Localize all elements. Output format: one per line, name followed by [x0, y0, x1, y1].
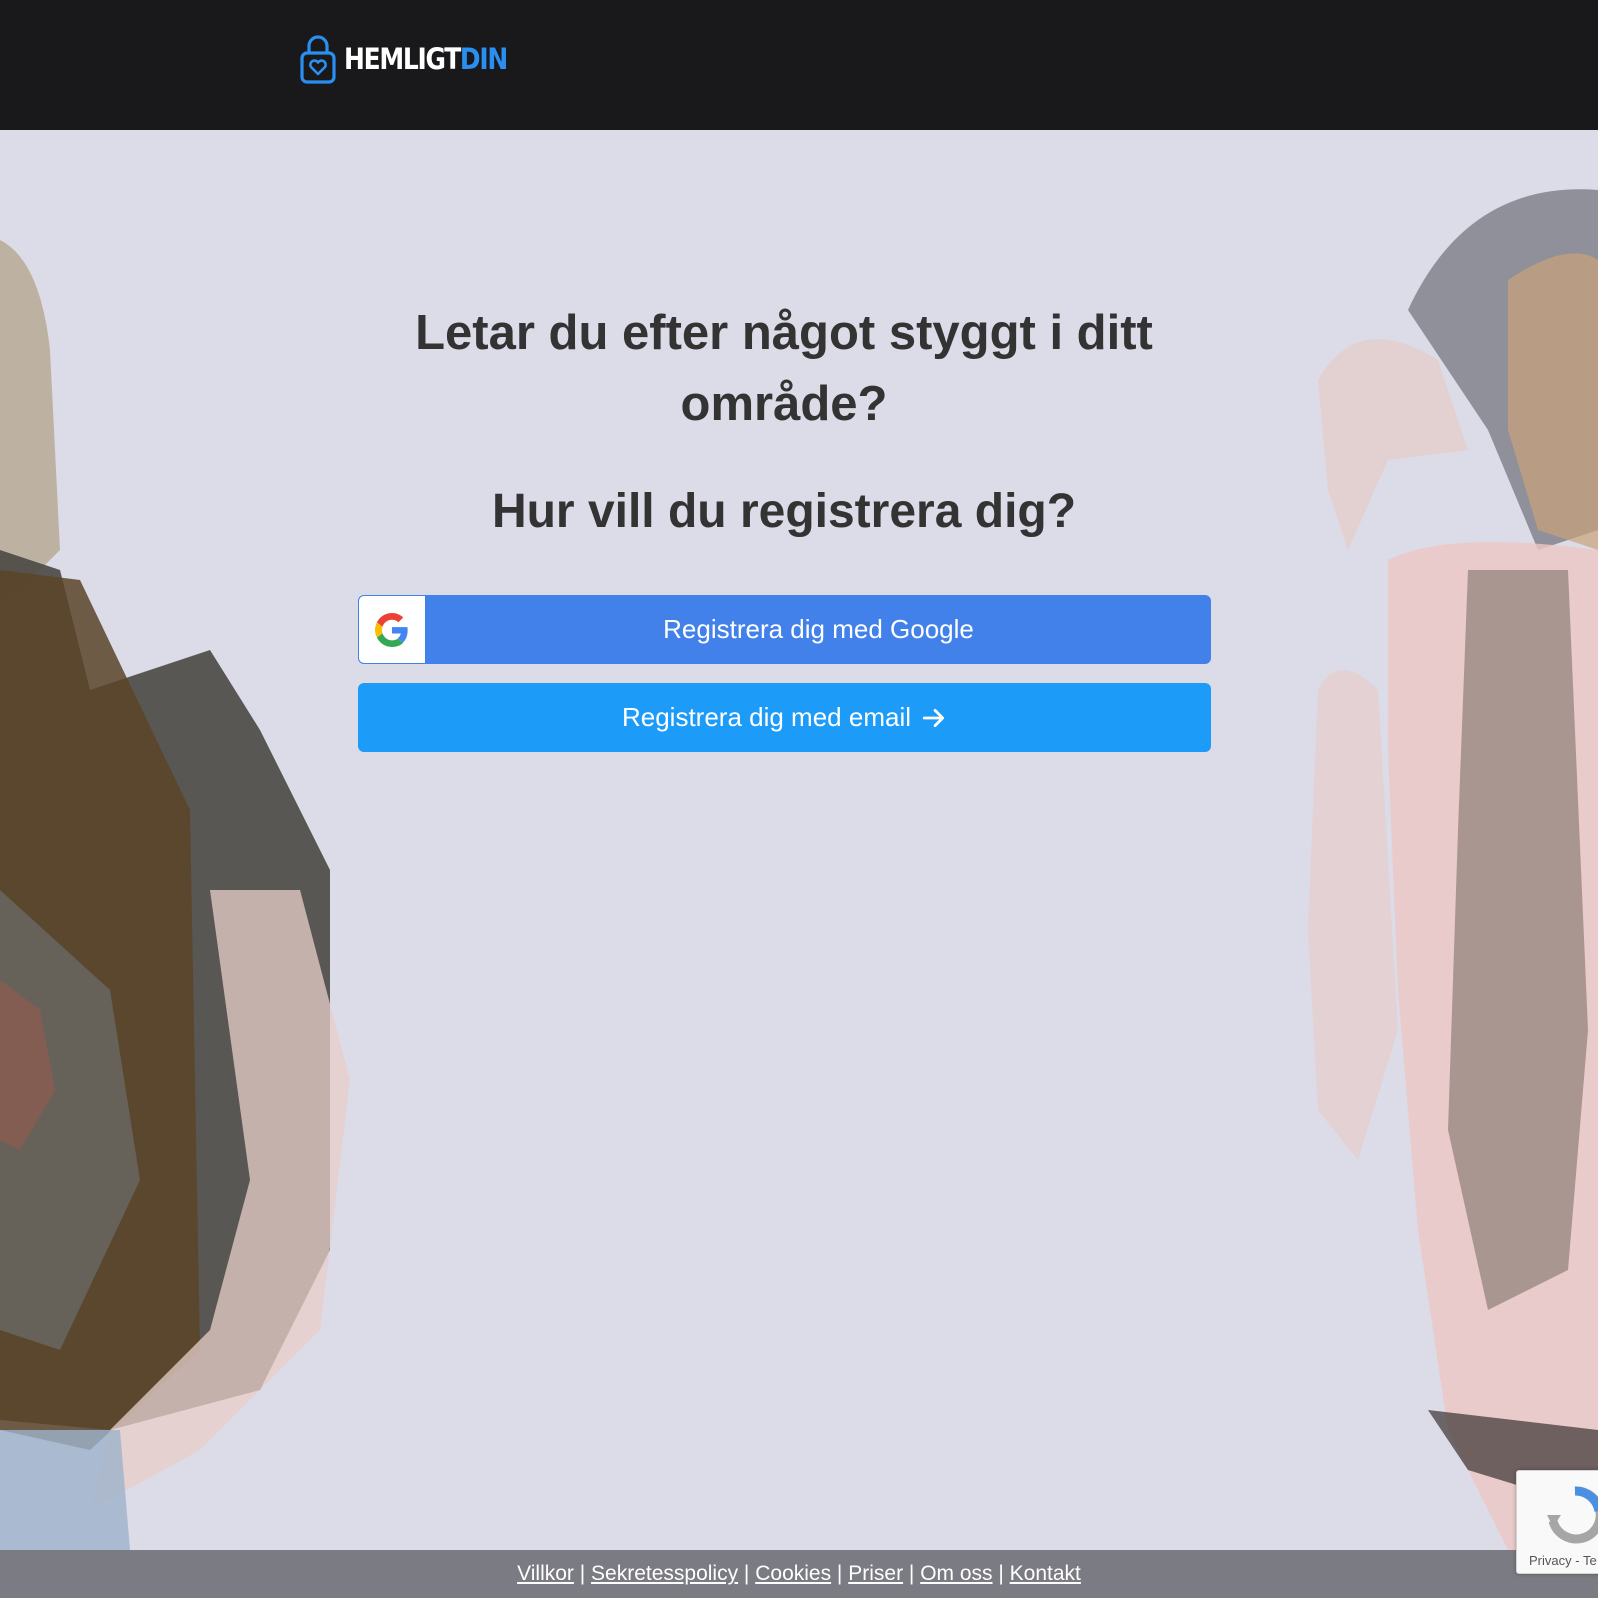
registration-prompt: Hur vill du registrera dig? — [491, 485, 1077, 538]
logo-wordmark: HEMLIGTDIN — [344, 41, 508, 76]
top-navigation-bar: HEMLIGTDIN — [0, 0, 1598, 130]
footer-link-cookies[interactable]: Cookies — [755, 1562, 831, 1585]
footer-bar: Villkor | Sekretesspolicy | Cookies | Pr… — [0, 1550, 1598, 1598]
google-g-icon — [375, 612, 408, 647]
footer-link-villkor[interactable]: Villkor — [517, 1562, 574, 1585]
page-headline: Letar du efter något styggt i ditt områd… — [415, 306, 1153, 431]
footer-link-om-oss[interactable]: Om oss — [920, 1562, 992, 1585]
arrow-right-icon — [922, 708, 945, 727]
google-logo-box — [359, 596, 425, 663]
register-google-button[interactable]: Registrera dig med Google — [358, 595, 1211, 664]
background-model-right — [1308, 189, 1598, 1550]
footer-link-kontakt[interactable]: Kontakt — [1010, 1562, 1081, 1585]
footer-separator: | — [573, 1562, 592, 1585]
register-email-label: Registrera dig med email — [621, 702, 911, 732]
recaptcha-privacy-link[interactable]: Privacy — [1529, 1553, 1572, 1568]
recaptcha-terms-link[interactable]: Te — [1583, 1553, 1597, 1568]
footer-link-priser[interactable]: Priser — [848, 1562, 903, 1585]
footer-separator: | — [831, 1562, 849, 1585]
recaptcha-links: Privacy - Te — [1529, 1553, 1597, 1568]
footer-separator: | — [992, 1562, 1010, 1585]
footer-link-sekretesspolicy[interactable]: Sekretesspolicy — [591, 1562, 738, 1585]
footer-separator: | — [903, 1562, 921, 1585]
site-logo[interactable]: HEMLIGTDIN — [300, 34, 533, 84]
register-email-button[interactable]: Registrera dig med email — [358, 683, 1211, 752]
register-google-label: Registrera dig med Google — [663, 614, 974, 644]
recaptcha-icon — [1547, 1486, 1598, 1544]
lock-heart-icon — [300, 35, 336, 84]
footer-separator: | — [738, 1562, 756, 1585]
recaptcha-separator: - — [1575, 1553, 1580, 1568]
background-model-left — [0, 240, 350, 1550]
recaptcha-badge[interactable]: Privacy - Te — [1516, 1470, 1598, 1574]
